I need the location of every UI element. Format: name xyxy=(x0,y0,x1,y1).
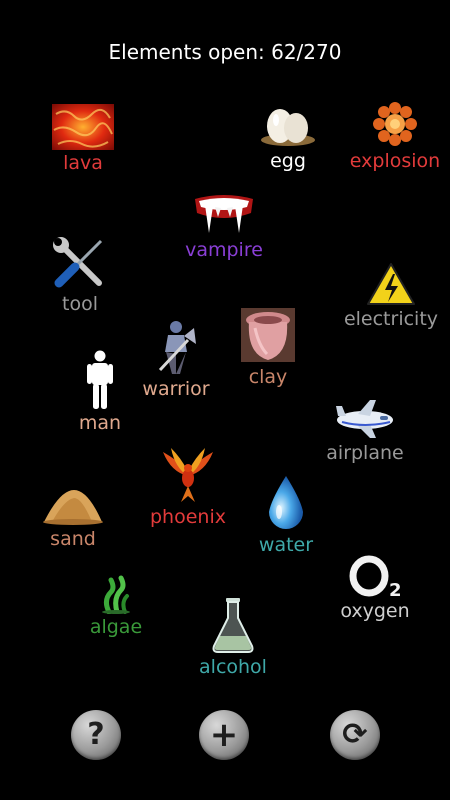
o2-icon: 2 xyxy=(349,555,402,598)
plus-icon: + xyxy=(209,715,239,755)
lava-icon xyxy=(52,104,114,150)
element-vampire[interactable]: vampire xyxy=(178,193,270,261)
element-label: clay xyxy=(248,366,288,388)
vampire-fangs-icon xyxy=(195,195,253,233)
element-label: phoenix xyxy=(150,506,226,528)
element-electricity[interactable]: electricity xyxy=(336,262,446,330)
element-label: water xyxy=(258,534,314,556)
element-man[interactable]: man xyxy=(70,350,130,434)
algae-icon xyxy=(102,575,130,614)
warrior-icon xyxy=(158,321,196,374)
clay-pot-icon xyxy=(241,308,295,362)
element-label: tool xyxy=(62,293,98,315)
element-label: oxygen xyxy=(340,600,410,622)
man-figure-icon xyxy=(87,350,113,409)
airplane-icon xyxy=(336,400,393,438)
element-label: lava xyxy=(63,152,103,174)
element-label: explosion xyxy=(349,150,441,172)
wrench-screwdriver-icon xyxy=(53,237,103,288)
phoenix-icon xyxy=(163,448,213,502)
element-algae[interactable]: algae xyxy=(84,574,148,638)
add-button[interactable]: + xyxy=(199,710,249,760)
element-label: airplane xyxy=(326,442,404,464)
element-warrior[interactable]: warrior xyxy=(132,318,220,400)
element-water[interactable]: water xyxy=(254,474,318,556)
element-egg[interactable]: egg xyxy=(255,100,321,172)
reset-icon: ⟳ xyxy=(342,717,368,752)
explosion-icon xyxy=(373,102,417,146)
element-phoenix[interactable]: phoenix xyxy=(140,446,236,528)
element-clay[interactable]: clay xyxy=(238,306,298,388)
element-sand[interactable]: sand xyxy=(40,486,106,550)
element-label: sand xyxy=(50,528,96,550)
help-button[interactable]: ? xyxy=(71,710,121,760)
water-drop-icon xyxy=(269,476,303,529)
element-oxygen[interactable]: 2 oxygen xyxy=(334,554,416,622)
element-tool[interactable]: tool xyxy=(48,235,112,315)
high-voltage-sign-icon xyxy=(367,263,415,305)
element-label: warrior xyxy=(142,378,210,400)
flask-icon xyxy=(212,598,254,653)
element-airplane[interactable]: airplane xyxy=(318,398,412,464)
element-label: man xyxy=(78,412,122,434)
reset-button[interactable]: ⟳ xyxy=(330,710,380,760)
element-label: vampire xyxy=(185,239,263,261)
svg-text:2: 2 xyxy=(389,580,402,598)
element-label: electricity xyxy=(343,308,439,330)
egg-icon xyxy=(261,109,315,146)
element-label: alcohol xyxy=(199,656,267,678)
elements-open-counter: Elements open: 62/270 xyxy=(108,40,342,64)
sand-pile-icon xyxy=(43,490,103,525)
element-lava[interactable]: lava xyxy=(48,104,118,174)
element-alcohol[interactable]: alcohol xyxy=(194,596,272,678)
element-label: egg xyxy=(270,150,306,172)
element-label: algae xyxy=(89,616,143,638)
help-icon: ? xyxy=(87,717,105,752)
element-explosion[interactable]: explosion xyxy=(343,100,447,172)
